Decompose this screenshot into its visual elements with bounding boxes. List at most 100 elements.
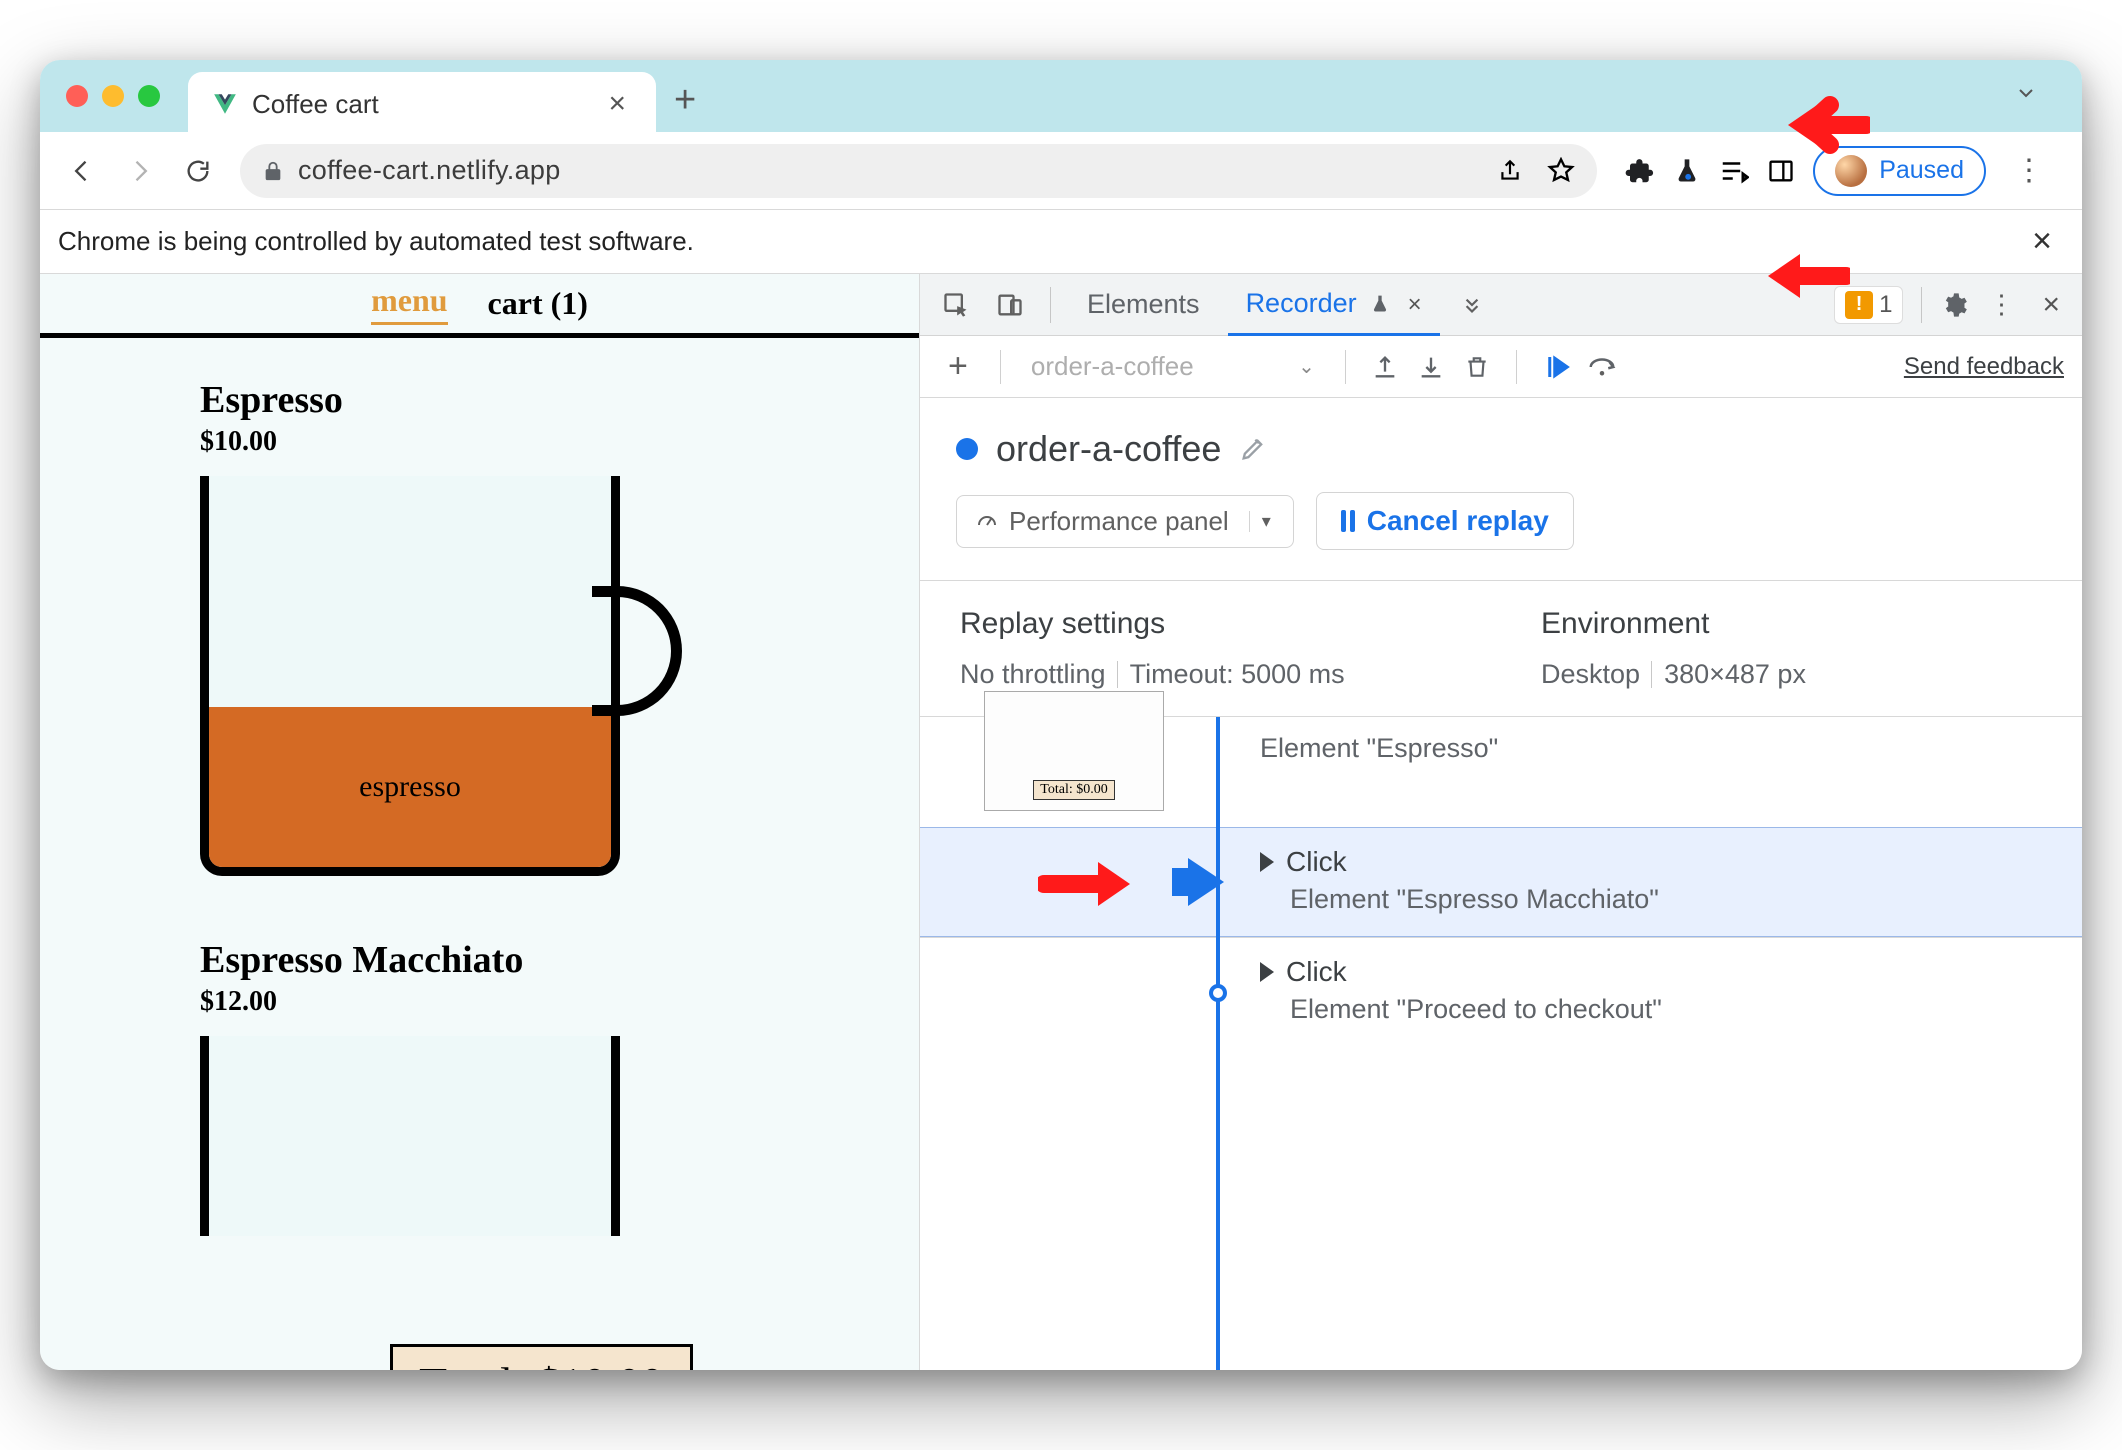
section-title: Replay settings: [960, 607, 1461, 641]
viewport-value: 380×487 px: [1664, 659, 1806, 690]
cancel-replay-button[interactable]: Cancel replay: [1316, 492, 1574, 550]
bookmark-star-icon[interactable]: [1547, 157, 1575, 185]
throttling-value[interactable]: No throttling: [960, 659, 1106, 690]
recording-controls: Performance panel ▾ Cancel replay: [920, 492, 2082, 580]
step-marker: [1209, 984, 1227, 1002]
url-text: coffee-cart.netlify.app: [298, 155, 561, 186]
browser-window: Coffee cart × + coffee-cart.netlify.app: [40, 60, 2082, 1370]
close-tab-button[interactable]: ×: [602, 87, 632, 121]
playlist-icon[interactable]: [1719, 156, 1749, 186]
step-row-current[interactable]: Click Element "Espresso Macchiato": [920, 827, 2082, 937]
browser-tab[interactable]: Coffee cart ×: [188, 72, 656, 136]
info-text: Chrome is being controlled by automated …: [58, 226, 694, 257]
lock-icon: [262, 160, 284, 182]
chrome-menu-button[interactable]: ⋮: [2004, 153, 2054, 188]
cup-body: [200, 1036, 620, 1236]
expand-icon[interactable]: [1260, 962, 1274, 982]
back-button[interactable]: [58, 147, 106, 195]
new-tab-button[interactable]: +: [674, 79, 696, 122]
inspect-element-icon[interactable]: [934, 283, 978, 327]
devtools-tabbar: Elements Recorder × ! 1 ⋮ ×: [920, 274, 2082, 336]
tabs-overflow-button[interactable]: [2014, 80, 2038, 112]
pause-icon: [1341, 510, 1355, 532]
forward-button[interactable]: [116, 147, 164, 195]
flask-icon[interactable]: [1673, 156, 1701, 186]
cart-total-box[interactable]: Total: $10.00: [390, 1344, 693, 1370]
close-devtools-button[interactable]: ×: [2034, 288, 2068, 322]
webpage: menu cart (1) Espresso $10.00 espresso E…: [40, 274, 920, 1370]
share-icon[interactable]: [1497, 158, 1523, 184]
recording-header: order-a-coffee: [920, 398, 2082, 492]
delete-icon[interactable]: [1460, 350, 1494, 384]
traffic-lights: [66, 85, 160, 107]
gauge-icon: [975, 509, 999, 533]
address-bar: coffee-cart.netlify.app Paused ⋮: [40, 132, 2082, 210]
close-tab-icon[interactable]: ×: [1408, 291, 1422, 318]
sidepanel-icon[interactable]: [1767, 157, 1795, 185]
product-name: Espresso: [200, 378, 919, 422]
issues-count: 1: [1879, 291, 1892, 319]
timeline-line: [1216, 717, 1220, 1370]
coffee-cup-espresso[interactable]: espresso: [200, 476, 640, 882]
tab-title: Coffee cart: [252, 89, 379, 120]
section-title: Environment: [1541, 607, 2042, 641]
export-icon[interactable]: [1368, 350, 1402, 384]
close-info-button[interactable]: ×: [2020, 222, 2064, 261]
cup-handle: [592, 586, 682, 716]
environment-section: Environment Desktop 380×487 px: [1501, 581, 2082, 716]
page-nav: menu cart (1): [40, 274, 919, 338]
edit-icon[interactable]: [1239, 435, 1267, 463]
nav-menu-link[interactable]: menu: [371, 282, 447, 325]
gear-icon[interactable]: [1940, 291, 1968, 319]
url-actions: [1497, 157, 1575, 185]
step-row[interactable]: Click Element "Proceed to checkout": [920, 937, 2082, 1047]
import-icon[interactable]: [1414, 350, 1448, 384]
step-subtitle: Element "Espresso Macchiato": [1290, 884, 2064, 915]
performance-panel-button[interactable]: Performance panel ▾: [956, 495, 1294, 548]
timeout-value[interactable]: Timeout: 5000 ms: [1130, 659, 1345, 690]
recording-name: order-a-coffee: [996, 428, 1221, 470]
expand-icon[interactable]: [1260, 852, 1274, 872]
puzzle-icon[interactable]: [1625, 156, 1655, 186]
device-toolbar-icon[interactable]: [988, 283, 1032, 327]
play-pause-icon[interactable]: [1539, 350, 1573, 384]
step-title: Click: [1286, 956, 1347, 988]
nav-cart-link[interactable]: cart (1): [488, 285, 588, 322]
more-tabs-icon[interactable]: [1450, 283, 1494, 327]
step-title: Click: [1286, 846, 1347, 878]
step-thumbnail: Total: $0.00: [984, 691, 1164, 811]
cup-fill-label: espresso: [209, 707, 611, 867]
product-price: $12.00: [200, 986, 919, 1018]
chevron-down-icon: ⌄: [1298, 354, 1315, 379]
reload-button[interactable]: [174, 147, 222, 195]
maximize-window-button[interactable]: [138, 85, 160, 107]
current-step-marker: [1188, 858, 1224, 906]
product-list: Espresso $10.00 espresso Espresso Macchi…: [40, 338, 919, 1236]
devtools-menu-button[interactable]: ⋮: [1978, 289, 2024, 320]
recording-selector[interactable]: order-a-coffee ⌄: [1023, 346, 1323, 388]
close-window-button[interactable]: [66, 85, 88, 107]
annotation-arrow-icon: [1780, 93, 1870, 157]
tab-recorder[interactable]: Recorder ×: [1228, 274, 1440, 336]
step-subtitle: Element "Espresso": [1260, 733, 2064, 764]
new-recording-button[interactable]: +: [938, 347, 978, 386]
chevron-down-icon[interactable]: ▾: [1249, 511, 1283, 532]
content-area: menu cart (1) Espresso $10.00 espresso E…: [40, 274, 2082, 1370]
devtools-panel: Elements Recorder × ! 1 ⋮ ×: [920, 274, 2082, 1370]
flask-icon: [1370, 294, 1390, 314]
recorder-toolbar: + order-a-coffee ⌄ Send feedback: [920, 336, 2082, 398]
step-subtitle: Element "Proceed to checkout": [1290, 994, 2064, 1025]
minimize-window-button[interactable]: [102, 85, 124, 107]
send-feedback-link[interactable]: Send feedback: [1904, 353, 2064, 381]
device-value: Desktop: [1541, 659, 1640, 690]
step-over-icon[interactable]: [1585, 350, 1619, 384]
product-price: $10.00: [200, 426, 919, 458]
step-row[interactable]: Total: $0.00 Element "Espresso": [920, 717, 2082, 827]
coffee-cup-macchiato[interactable]: [200, 1036, 640, 1236]
annotation-arrow-icon: [1038, 852, 1138, 916]
product-name: Espresso Macchiato: [200, 938, 919, 982]
paused-label: Paused: [1879, 156, 1964, 185]
url-field[interactable]: coffee-cart.netlify.app: [240, 144, 1597, 198]
tab-elements[interactable]: Elements: [1069, 275, 1218, 334]
steps-list: Total: $0.00 Element "Espresso" Click El…: [920, 717, 2082, 1370]
